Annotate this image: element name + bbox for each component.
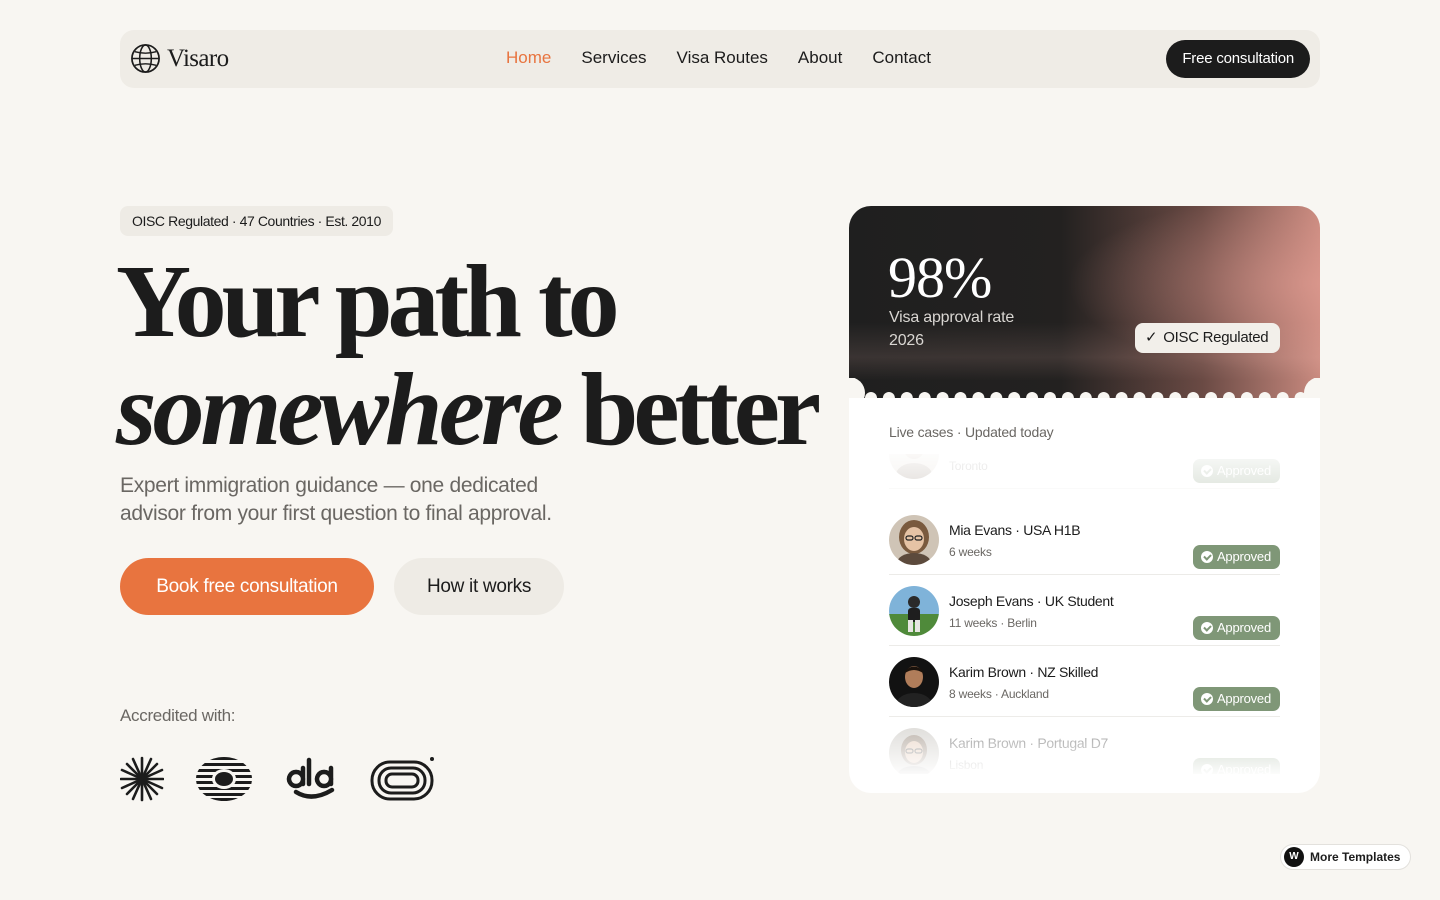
check-circle-icon [1200,764,1213,774]
case-name: Karim Brown · Portugal D7 [949,735,1109,751]
oisc-regulated-text: OISC Regulated [1163,329,1269,346]
case-row: Joseph Evans · UK Student 11 weeks · Ber… [889,575,1280,646]
webflow-icon: W [1284,847,1304,867]
case-list[interactable]: Toronto Approved Mia Evans · USA H1B 6 w… [889,454,1280,774]
case-meta: 11 weeks · Berlin [949,616,1037,630]
case-name: Karim Brown · NZ Skilled [949,664,1099,680]
case-row: Toronto Approved [889,454,1280,489]
case-meta: 8 weeks · Auckland [949,687,1049,701]
avatar [889,454,939,479]
case-meta: Toronto [949,459,988,473]
approval-rate-label: Visa approval rate 2026 [889,309,1015,349]
more-templates-label: More Templates [1310,850,1401,864]
check-circle-icon [1200,465,1213,477]
status-badge: Approved [1192,616,1280,640]
brand-name: Visaro [167,44,229,72]
case-row: Karim Brown · NZ Skilled 8 weeks · Auckl… [889,646,1280,717]
status-badge: Approved [1192,687,1280,711]
top-navigation: Visaro Home Services Visa Routes About C… [120,30,1320,88]
avatar [889,586,939,636]
case-name: Joseph Evans · UK Student [949,593,1114,609]
globe-icon [131,44,160,73]
status-badge: Approved [1192,758,1280,774]
headline-line-2: somewhere better [116,356,821,464]
approval-rate-card: 98% Visa approval rate 2026 ✓ OISC Regula… [849,206,1320,400]
avatar [889,515,939,565]
case-row: Mia Evans · USA H1B 6 weeks Approved [889,504,1280,575]
brand-logo[interactable]: Visaro [130,43,229,74]
check-circle-icon [1200,693,1213,705]
trust-badge: OISC Regulated · 47 Countries · Est. 201… [120,206,393,236]
approval-rate-value: 98% [888,245,992,310]
headline-rest: better [580,352,822,467]
status-badge: Approved [1192,545,1280,569]
avatar [889,657,939,707]
oisc-regulated-badge: ✓ OISC Regulated [1135,323,1281,353]
case-row: Karim Brown · Portugal D7 Lisbon Approve… [889,717,1280,774]
case-meta: Lisbon [949,758,984,772]
ala-logo-icon [286,757,335,799]
nav-link-about[interactable]: About [798,48,842,68]
starburst-logo-icon [120,756,164,802]
status-text: Approved [1216,762,1271,774]
nav-link-home[interactable]: Home [506,48,551,68]
more-templates-badge[interactable]: W More Templates [1280,844,1412,870]
check-circle-icon [1200,622,1213,634]
status-text: Approved [1216,463,1271,478]
loop-logo-icon [370,757,434,801]
headline-line-1: Your path to [116,244,620,359]
headline-italic-word: somewhere [116,352,564,467]
accreditation-logos [120,756,436,802]
hero-headline: Your path to somewhere better [116,244,821,464]
how-it-works-button[interactable]: How it works [394,558,564,615]
status-badge: Approved [1192,459,1280,483]
book-consultation-button[interactable]: Book free consultation [120,558,374,615]
accredited-label: Accredited with: [120,706,236,725]
checkmark-icon: ✓ [1145,329,1158,346]
status-text: Approved [1216,691,1271,706]
nav-link-contact[interactable]: Contact [872,48,931,68]
status-text: Approved [1216,549,1271,564]
nav-links: Home Services Visa Routes About Contact [506,48,931,68]
case-name: Mia Evans · USA H1B [949,522,1081,538]
live-cases-card: Live cases · Updated today Toronto Appro… [849,398,1320,793]
hero-subhead: Expert immigration guidance — one dedica… [120,474,552,525]
check-circle-icon [1200,551,1213,563]
avatar [889,728,939,774]
nav-link-visa-routes[interactable]: Visa Routes [677,48,768,68]
case-meta: 6 weeks [949,545,992,559]
free-consultation-button[interactable]: Free consultation [1166,40,1310,78]
nav-link-services[interactable]: Services [581,48,646,68]
striped-circle-logo-icon [196,757,252,801]
live-cases-title: Live cases · Updated today [889,424,1054,440]
status-text: Approved [1216,620,1271,635]
